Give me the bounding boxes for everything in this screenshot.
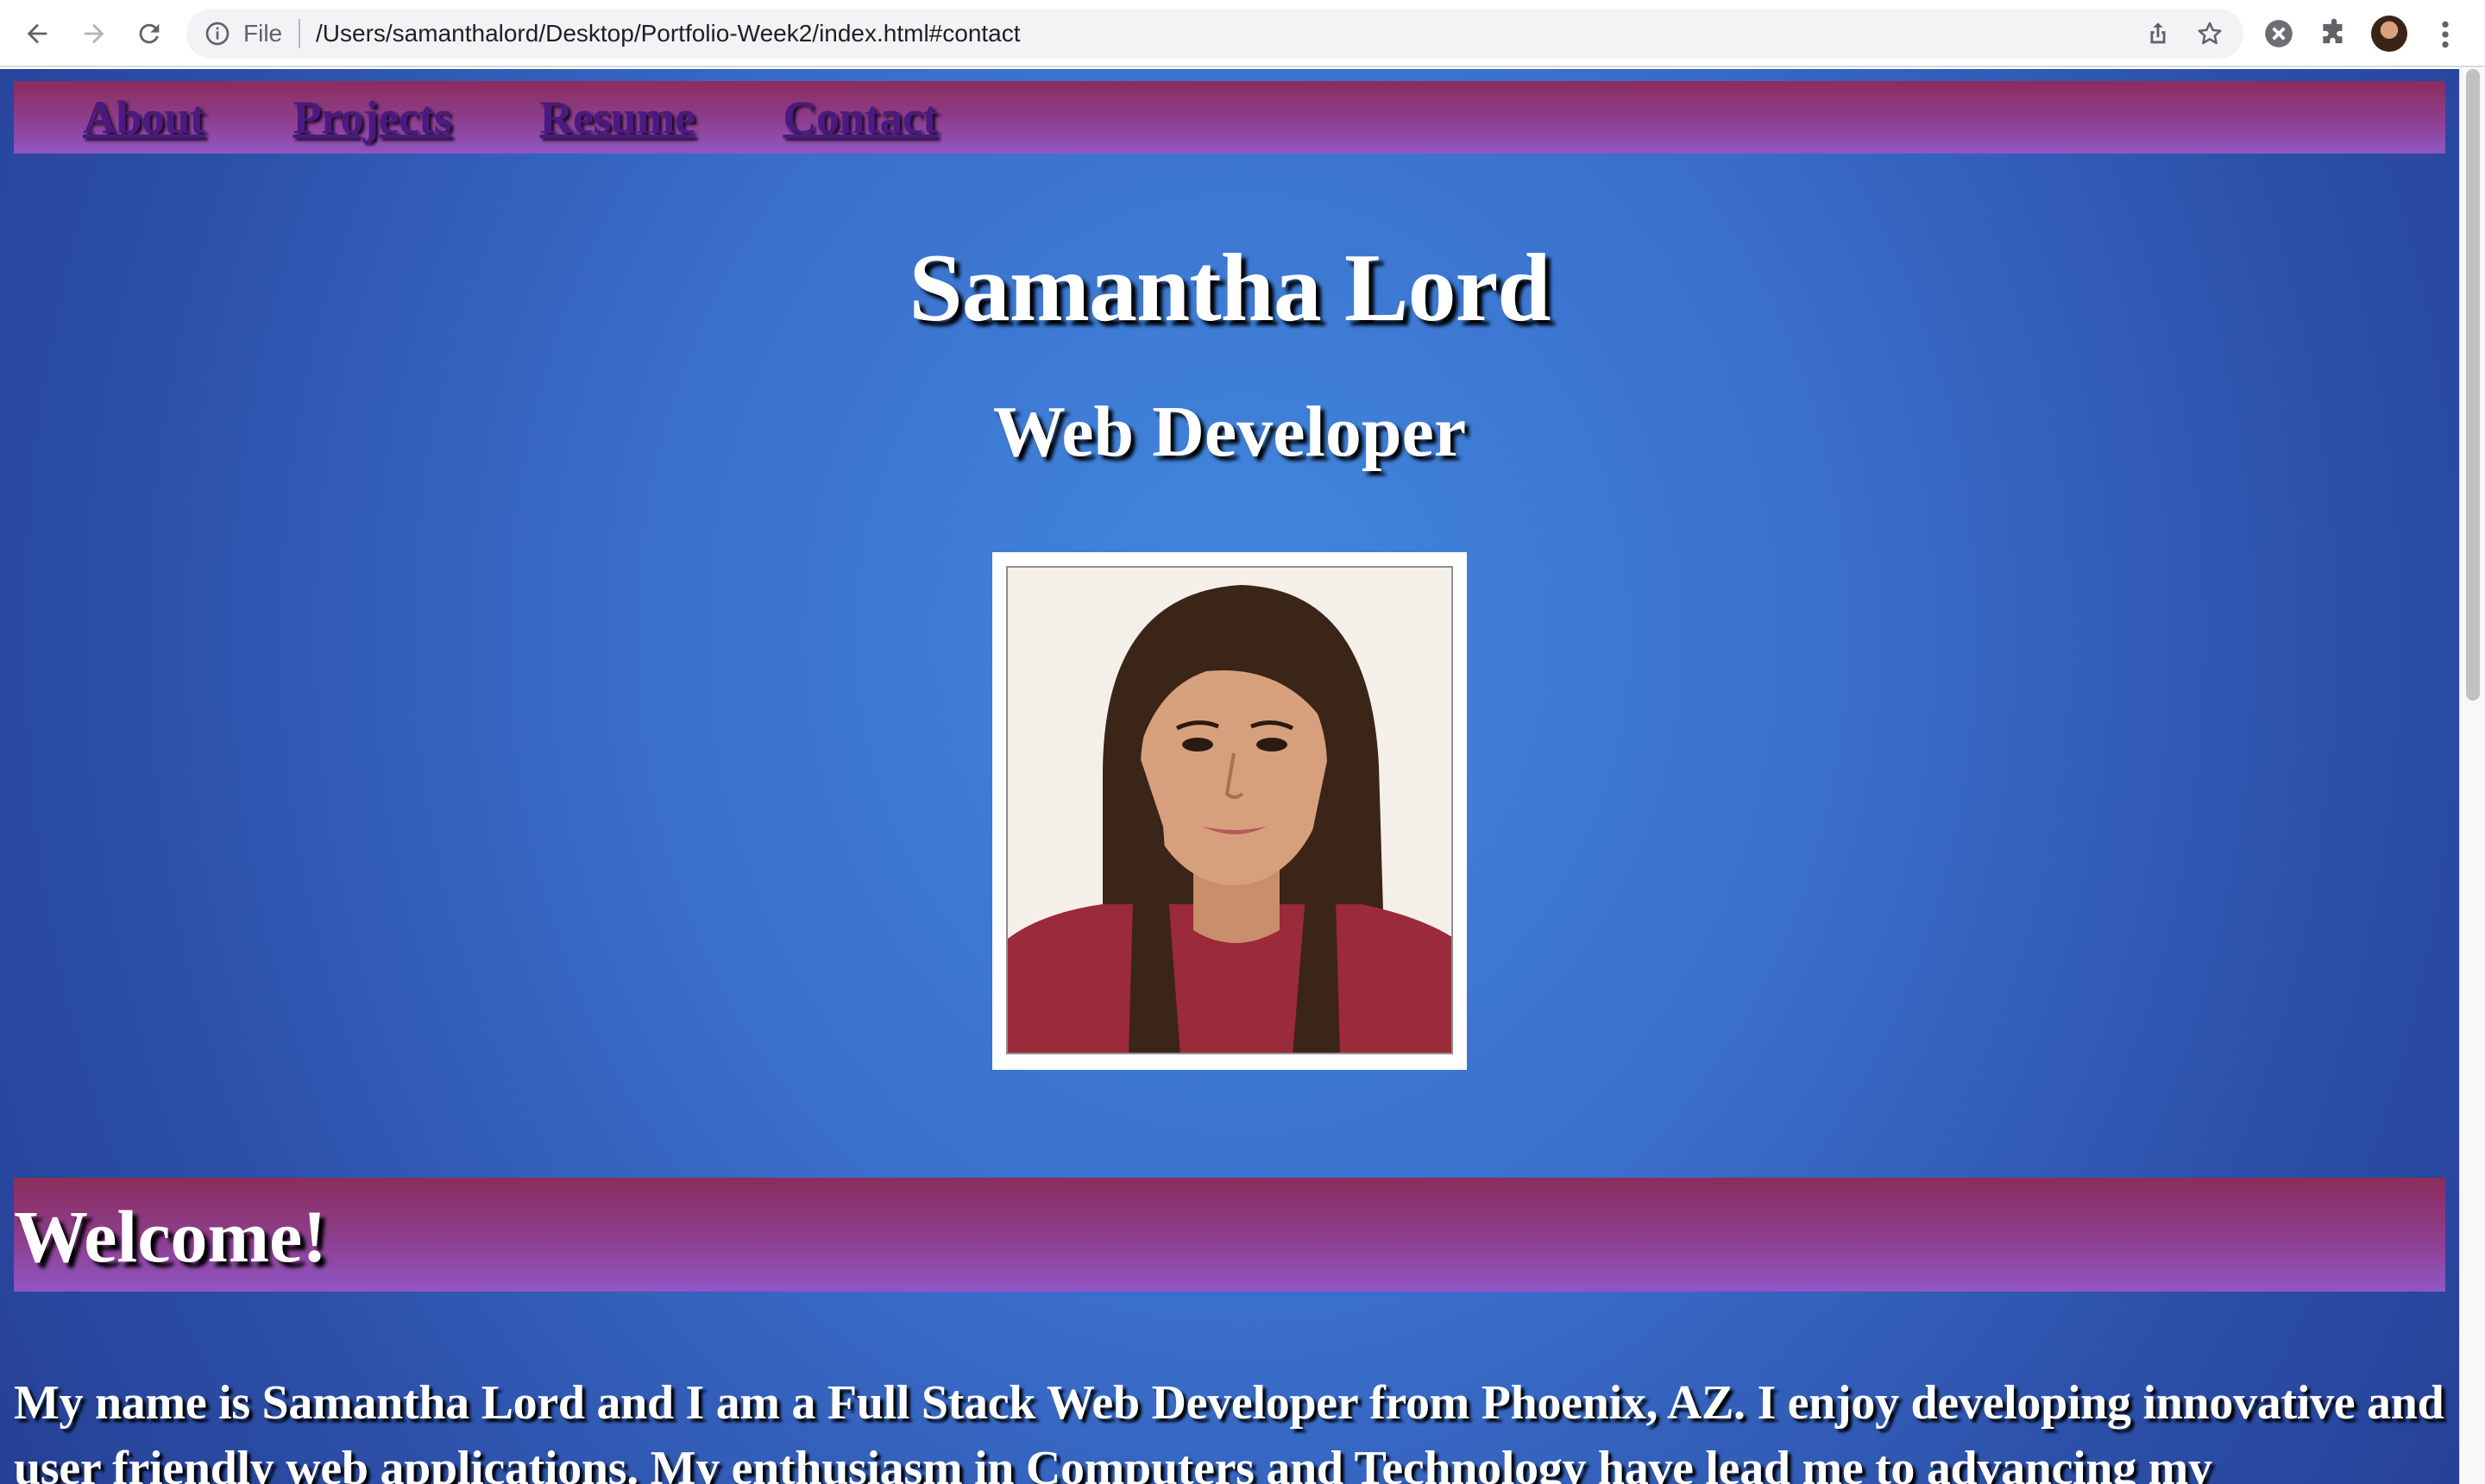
address-bar[interactable]: File /Users/samanthalord/Desktop/Portfol… <box>186 9 2243 59</box>
forward-arrow-icon <box>84 23 104 44</box>
site-nav: About Projects Resume Contact <box>14 81 2445 154</box>
scrollbar-thumb[interactable] <box>2466 69 2480 701</box>
page-viewport: About Projects Resume Contact Samantha L… <box>0 69 2485 1484</box>
portrait-illustration <box>1008 568 1451 1053</box>
profile-avatar[interactable] <box>2371 16 2407 52</box>
kebab-menu-icon[interactable] <box>2437 17 2454 52</box>
profile-photo-frame <box>992 552 1467 1070</box>
page-scrollbar[interactable] <box>2459 69 2485 1484</box>
forward-button[interactable] <box>72 12 116 55</box>
reload-button[interactable] <box>128 12 171 55</box>
browser-toolbar: File /Users/samanthalord/Desktop/Portfol… <box>0 0 2485 67</box>
hero-name: Samantha Lord <box>909 235 1551 342</box>
url-scheme-label: File <box>243 20 283 47</box>
back-button[interactable] <box>16 12 59 55</box>
url-separator <box>299 19 300 48</box>
nav-link-contact[interactable]: Contact <box>783 91 938 144</box>
nav-link-about[interactable]: About <box>83 91 205 144</box>
hero-role: Web Developer <box>992 392 1467 472</box>
extension-x-icon[interactable] <box>2262 17 2295 50</box>
info-icon[interactable] <box>204 20 231 47</box>
intro-paragraph: My name is Samantha Lord and I am a Full… <box>14 1376 2444 1484</box>
url-text[interactable]: /Users/samanthalord/Desktop/Portfolio-We… <box>316 20 1021 47</box>
reload-icon <box>139 23 160 44</box>
welcome-section-header: Welcome! <box>14 1178 2445 1292</box>
nav-link-resume[interactable]: Resume <box>539 91 695 144</box>
back-arrow-icon <box>27 23 47 44</box>
welcome-heading: Welcome! <box>14 1195 327 1278</box>
puzzle-icon[interactable] <box>2318 17 2350 50</box>
nav-link-projects[interactable]: Projects <box>293 91 452 144</box>
star-icon[interactable] <box>2195 19 2224 48</box>
share-icon[interactable] <box>2143 19 2173 48</box>
profile-photo <box>1006 566 1453 1054</box>
